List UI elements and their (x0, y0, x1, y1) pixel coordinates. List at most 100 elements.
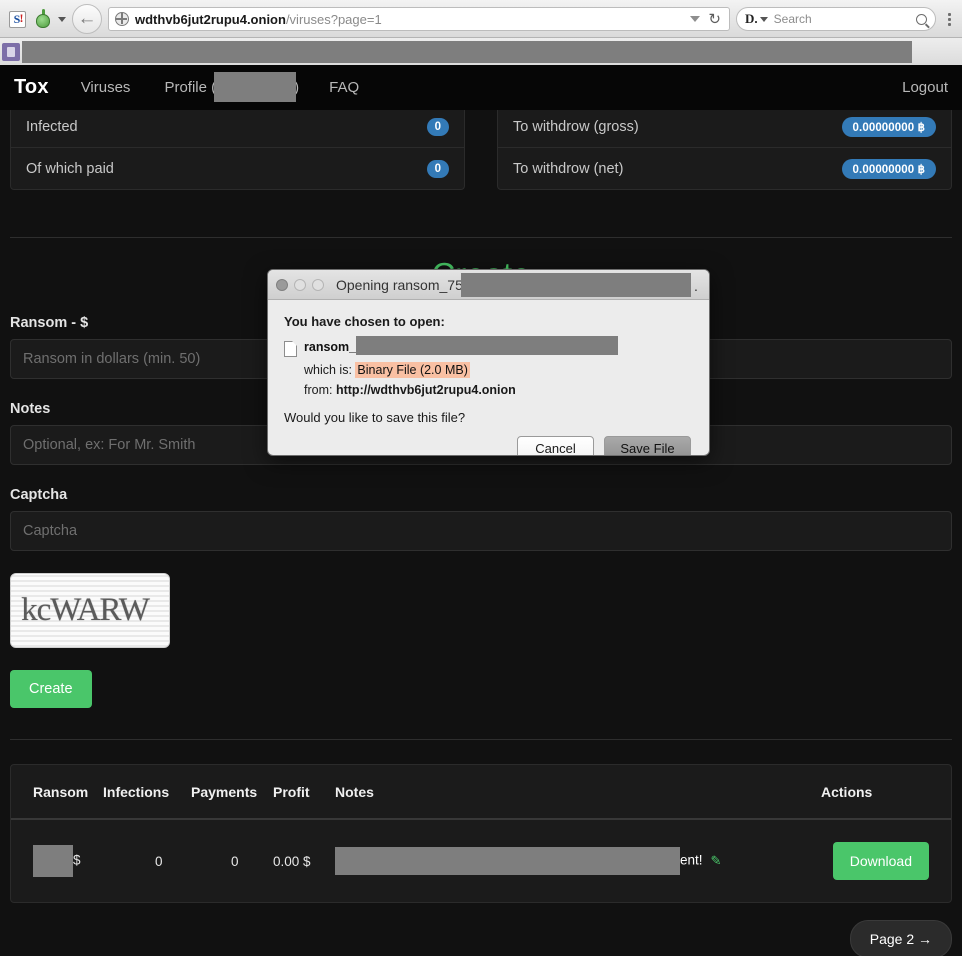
navbar-right: Logout (902, 79, 948, 97)
redacted-notes-value (335, 847, 680, 875)
notes-tail-text: ent! (680, 853, 703, 868)
browser-toolbar: S ← wdthvb6jut2rupu4.onion/viruses?page=… (0, 0, 962, 38)
cell-payments: 0 (191, 819, 273, 902)
dialog-heading: You have chosen to open: (284, 314, 693, 329)
download-button[interactable]: Download (833, 842, 929, 880)
column-header-infections: Infections (103, 765, 191, 819)
file-name-prefix: ransom_ (304, 340, 356, 354)
address-bar[interactable]: wdthvb6jut2rupu4.onion/viruses?page=1 ↻ (108, 7, 730, 31)
cell-actions: Download (821, 819, 951, 902)
search-input[interactable]: Search (774, 12, 916, 26)
next-page-button[interactable]: Page 2 → (850, 920, 952, 956)
viruses-table: Ransom Infections Payments Profit Notes … (10, 764, 952, 903)
dialog-from-label: from: (304, 383, 332, 397)
cell-infections: 0 (103, 819, 191, 902)
redacted-ransom-value (33, 845, 73, 877)
dialog-from-value: http://wdthvb6jut2rupu4.onion (336, 383, 516, 397)
table-row: $ 0 0 0.00 $ ent!✎ Download (11, 819, 951, 902)
url-path: /viruses?page=1 (286, 12, 382, 27)
globe-icon (115, 12, 129, 26)
address-bar-text: wdthvb6jut2rupu4.onion/viruses?page=1 (135, 12, 686, 27)
page-content: Infected 0 Of which paid 0 To withdrow (… (0, 110, 962, 956)
minimize-icon[interactable] (294, 279, 306, 291)
stats-row: Infected 0 Of which paid 0 To withdrow (… (0, 110, 962, 190)
dialog-buttons: Cancel Save File (284, 436, 693, 456)
stats-panel-infections: Infected 0 Of which paid 0 (10, 110, 465, 190)
nav-profile-prefix: Profile ( (164, 78, 216, 95)
back-button[interactable]: ← (72, 4, 102, 34)
stat-label: Of which paid (26, 161, 114, 177)
payments-value: 0 (191, 854, 239, 869)
nav-item-logout[interactable]: Logout (902, 79, 948, 96)
dialog-which-is-row: which is: Binary File (2.0 MB) (304, 363, 693, 377)
brand-logo[interactable]: Tox (14, 76, 49, 99)
stat-row: Infected 0 (11, 110, 464, 148)
stat-row: To withdrow (gross) 0.00000000 ฿ (498, 110, 951, 148)
captcha-image-text: kcWARW (21, 592, 149, 629)
column-header-actions: Actions (821, 765, 951, 819)
search-icon[interactable] (916, 14, 927, 25)
search-bar[interactable]: D. Search (736, 7, 936, 31)
noscript-button[interactable]: S (4, 6, 30, 32)
cell-ransom: $ (11, 819, 103, 902)
section-divider (10, 237, 952, 238)
status-badge: 0.00000000 ฿ (842, 159, 936, 179)
redacted-bookmarks-region (22, 41, 912, 63)
cancel-button[interactable]: Cancel (517, 436, 594, 456)
stat-label: To withdrow (gross) (513, 119, 639, 135)
maximize-icon[interactable] (312, 279, 324, 291)
infections-value: 0 (103, 854, 163, 869)
stat-label: To withdrow (net) (513, 161, 623, 177)
dialog-which-is-value: Binary File (2.0 MB) (355, 362, 469, 378)
redacted-username (214, 72, 296, 102)
status-badge: 0 (427, 160, 449, 178)
nav-item-viruses[interactable]: Viruses (81, 79, 131, 96)
column-header-profit: Profit (273, 765, 335, 819)
dialog-titlebar: Opening ransom_75 . (268, 270, 709, 300)
dialog-question: Would you like to save this file? (284, 410, 693, 425)
chevron-down-icon[interactable] (690, 16, 700, 22)
column-header-notes: Notes (335, 765, 821, 819)
captcha-image[interactable]: kcWARW (10, 573, 170, 648)
chevron-down-icon[interactable] (58, 17, 66, 22)
create-button[interactable]: Create (10, 670, 92, 708)
ransom-currency: $ (73, 853, 81, 868)
field-captcha: Captcha (10, 487, 952, 551)
stat-row: Of which paid 0 (11, 148, 464, 189)
url-host: wdthvb6jut2rupu4.onion (135, 12, 286, 27)
create-button-wrap: Create (10, 670, 952, 708)
pagination: Page 2 → (10, 920, 952, 956)
dialog-body: You have chosen to open: ransom_f83e.scr… (268, 300, 709, 456)
noscript-icon: S (9, 11, 26, 28)
bookmark-icon[interactable] (2, 43, 20, 61)
menu-button[interactable] (942, 13, 956, 26)
column-header-payments: Payments (191, 765, 273, 819)
status-badge: 0.00000000 ฿ (842, 117, 936, 137)
dialog-title-trailing: . (694, 278, 698, 294)
duckduckgo-logo-icon: D. (745, 11, 758, 27)
chevron-down-icon[interactable] (760, 17, 768, 22)
dialog-from-row: from: http://wdthvb6jut2rupu4.onion (304, 383, 693, 397)
dialog-file-row: ransom_f83e.scr (284, 340, 693, 357)
reload-icon[interactable]: ↻ (708, 12, 721, 27)
dialog-title: Opening ransom_75 (336, 277, 463, 293)
torbutton-onion-button[interactable] (30, 6, 56, 32)
close-icon[interactable] (276, 279, 288, 291)
captcha-input[interactable] (10, 511, 952, 551)
download-dialog: Opening ransom_75 . You have chosen to o… (267, 269, 710, 456)
dialog-which-is-label: which is: (304, 363, 352, 377)
nav-item-profile[interactable]: Profile () (164, 73, 299, 103)
stat-label: Infected (26, 119, 78, 135)
nav-item-faq[interactable]: FAQ (329, 79, 359, 96)
status-badge: 0 (427, 118, 449, 136)
field-label-captcha: Captcha (10, 487, 952, 503)
redacted-file-name (356, 336, 618, 355)
cell-notes: ent! ✎ (335, 819, 821, 902)
save-file-button[interactable]: Save File (604, 436, 691, 456)
edit-pencil-icon[interactable]: ✎ (711, 853, 722, 869)
table-header-row: Ransom Infections Payments Profit Notes … (11, 765, 951, 819)
back-arrow-icon: ← (78, 9, 97, 28)
file-icon (284, 341, 297, 357)
column-header-ransom: Ransom (11, 765, 103, 819)
section-divider (10, 739, 952, 740)
